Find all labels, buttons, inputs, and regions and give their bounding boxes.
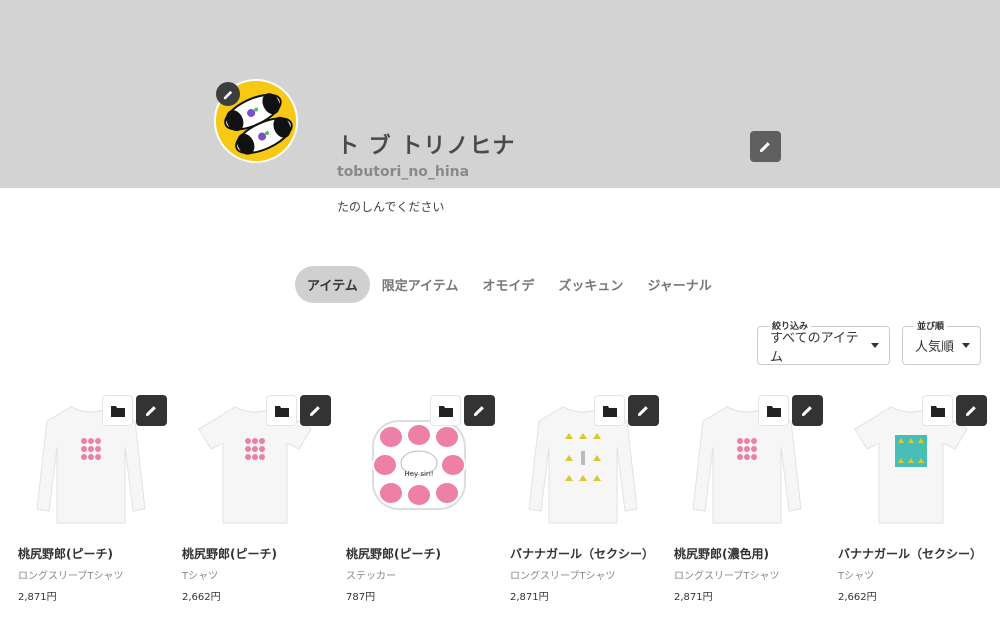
avatar-edit-button[interactable]	[216, 82, 240, 106]
product-type: ステッカー	[346, 571, 396, 582]
edit-item-button[interactable]	[300, 395, 331, 426]
folder-icon	[602, 405, 617, 417]
product-price: 2,871円	[674, 592, 713, 603]
tab-items[interactable]: アイテム	[295, 266, 370, 303]
folder-icon	[274, 405, 289, 417]
edit-item-button[interactable]	[792, 395, 823, 426]
product-type: ロングスリーブTシャツ	[510, 571, 616, 582]
product-card[interactable]: 桃尻野郎(濃色用) ロングスリーブTシャツ 2,871円	[674, 393, 823, 603]
tab-omoide[interactable]: オモイデ	[470, 266, 546, 303]
product-type: ロングスリーブTシャツ	[674, 571, 780, 582]
product-image[interactable]	[510, 393, 659, 533]
tshirt-icon	[198, 406, 312, 524]
edit-item-button[interactable]	[136, 395, 167, 426]
pencil-icon	[802, 406, 812, 416]
pencil-icon	[223, 90, 232, 99]
shop-description: たのしんでください	[337, 200, 445, 214]
product-card[interactable]: バナナガール（セクシー） ロングスリーブTシャツ 2,871円	[510, 393, 659, 603]
pencil-icon	[760, 142, 770, 152]
edit-item-button[interactable]	[464, 395, 495, 426]
product-title[interactable]: バナナガール（セクシー）	[510, 545, 656, 562]
tab-zukkyun[interactable]: ズッキュン	[546, 266, 635, 303]
product-title[interactable]: 桃尻野郎(ピーチ)	[182, 545, 328, 562]
product-card[interactable]: Hey siri! 桃尻野郎(ピーチ) ステッカー 787円	[346, 393, 495, 603]
tab-limited-items[interactable]: 限定アイテム	[370, 266, 471, 303]
product-card[interactable]: 桃尻野郎(ピーチ) Tシャツ 2,662円	[182, 393, 331, 603]
product-title[interactable]: 桃尻野郎(ピーチ)	[346, 545, 492, 562]
product-price: 2,871円	[18, 592, 57, 603]
folder-icon	[766, 405, 781, 417]
filter-select[interactable]: 絞り込み すべてのアイテム	[757, 319, 890, 365]
product-type: Tシャツ	[182, 571, 219, 582]
product-card[interactable]: 桃尻野郎(ピーチ) ロングスリーブTシャツ 2,871円	[18, 393, 167, 603]
product-grid: 桃尻野郎(ピーチ) ロングスリーブTシャツ 2,871円 桃尻野郎(ピーチ) T…	[18, 393, 987, 603]
sort-select[interactable]: 並び順 人気順	[902, 319, 981, 365]
product-image[interactable]	[18, 393, 167, 533]
longsleeve-shirt-icon	[36, 406, 146, 524]
folder-icon	[930, 405, 945, 417]
add-to-folder-button[interactable]	[430, 395, 461, 426]
sort-label: 並び順	[914, 319, 948, 332]
tab-journal[interactable]: ジャーナル	[635, 266, 723, 303]
pencil-icon	[966, 406, 976, 416]
product-card[interactable]: バナナガール（セクシー） Tシャツ 2,662円	[838, 393, 987, 603]
folder-icon	[110, 405, 125, 417]
product-price: 2,662円	[838, 592, 877, 603]
pencil-icon	[474, 406, 484, 416]
add-to-folder-button[interactable]	[266, 395, 297, 426]
product-title[interactable]: 桃尻野郎(濃色用)	[674, 545, 820, 562]
product-image[interactable]	[182, 393, 331, 533]
svg-text:Hey siri!: Hey siri!	[404, 470, 433, 478]
tab-bar: アイテム 限定アイテム オモイデ ズッキュン ジャーナル	[295, 266, 724, 303]
shop-id: tobutori_no_hina	[337, 164, 470, 180]
longsleeve-shirt-icon	[692, 406, 802, 524]
edit-item-button[interactable]	[628, 395, 659, 426]
product-image[interactable]: Hey siri!	[346, 393, 495, 533]
product-price: 2,871円	[510, 592, 549, 603]
product-type: Tシャツ	[838, 571, 875, 582]
edit-item-button[interactable]	[956, 395, 987, 426]
product-image[interactable]	[838, 393, 987, 533]
tshirt-icon	[854, 406, 968, 524]
add-to-folder-button[interactable]	[922, 395, 953, 426]
sort-value: 人気順	[915, 340, 955, 355]
product-price: 2,662円	[182, 592, 221, 603]
longsleeve-shirt-icon	[528, 406, 638, 524]
filter-label: 絞り込み	[769, 319, 812, 332]
product-title[interactable]: 桃尻野郎(ピーチ)	[18, 545, 164, 562]
product-type: ロングスリーブTシャツ	[18, 571, 124, 582]
pencil-icon	[310, 406, 320, 416]
folder-icon	[438, 405, 453, 417]
sticker-icon: Hey siri!	[372, 420, 466, 510]
pencil-icon	[638, 406, 648, 416]
add-to-folder-button[interactable]	[594, 395, 625, 426]
product-image[interactable]	[674, 393, 823, 533]
filter-value: すべてのアイテム	[770, 330, 859, 365]
product-title[interactable]: バナナガール（セクシー）	[838, 545, 984, 562]
cover-edit-button[interactable]	[750, 131, 781, 162]
add-to-folder-button[interactable]	[758, 395, 789, 426]
caret-down-icon	[871, 343, 879, 348]
shop-name: ト ブ トリノヒナ	[337, 134, 516, 159]
caret-down-icon	[962, 343, 970, 348]
add-to-folder-button[interactable]	[102, 395, 133, 426]
pencil-icon	[146, 406, 156, 416]
product-price: 787円	[346, 592, 376, 603]
